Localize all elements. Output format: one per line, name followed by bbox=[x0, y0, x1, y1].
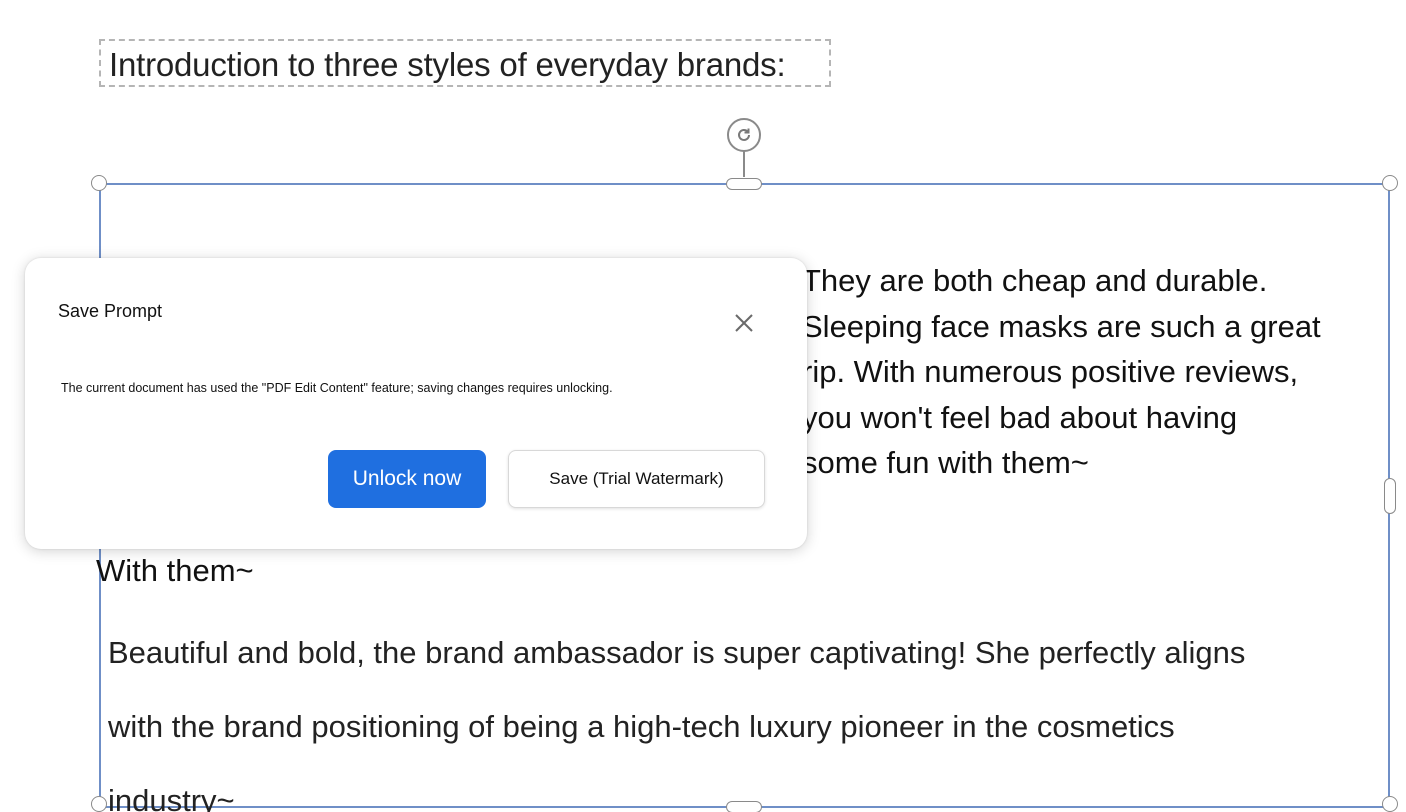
document-canvas: Introduction to three styles of everyday… bbox=[0, 0, 1406, 812]
paragraph-line: rip. With numerous positive reviews, bbox=[802, 354, 1299, 389]
resize-handle-bottom-left[interactable] bbox=[91, 796, 107, 812]
dialog-title: Save Prompt bbox=[58, 301, 163, 321]
close-icon bbox=[735, 314, 753, 332]
paragraph-line: They are both cheap and durable. bbox=[802, 263, 1268, 298]
save-prompt-dialog: Save Prompt The current document has use… bbox=[25, 258, 807, 549]
paragraph-line: some fun with them~ bbox=[802, 445, 1089, 480]
dialog-message: The current document has used the "PDF E… bbox=[61, 381, 613, 395]
rotate-handle[interactable] bbox=[727, 118, 761, 152]
paragraph-line: Sleeping face masks are such a great bbox=[802, 308, 1321, 344]
paragraph-line: Beautiful and bold, the brand ambassador… bbox=[108, 635, 1246, 670]
paragraph-line: with the brand positioning of being a hi… bbox=[108, 709, 1175, 744]
resize-handle-bottom-right[interactable] bbox=[1382, 796, 1398, 812]
close-button[interactable] bbox=[731, 310, 757, 336]
paragraph-line: you won't feel bad about having bbox=[802, 399, 1238, 435]
heading-text-box[interactable]: Introduction to three styles of everyday… bbox=[99, 39, 831, 87]
resize-handle-right[interactable] bbox=[1384, 478, 1396, 514]
save-trial-watermark-button[interactable]: Save (Trial Watermark) bbox=[508, 450, 765, 508]
rotate-icon bbox=[738, 128, 750, 141]
resize-handle-top-left[interactable] bbox=[91, 175, 107, 191]
resize-handle-top-right[interactable] bbox=[1382, 175, 1398, 191]
paragraph-line: industry~ bbox=[108, 783, 235, 812]
unlock-now-button[interactable]: Unlock now bbox=[328, 450, 486, 508]
right-paragraph: They are both cheap and durable. Sleepin… bbox=[802, 258, 1382, 486]
heading-text: Introduction to three styles of everyday… bbox=[109, 46, 786, 83]
rotate-stem bbox=[743, 151, 745, 177]
resize-handle-top[interactable] bbox=[726, 178, 762, 190]
bottom-paragraph: Beautiful and bold, the brand ambassador… bbox=[108, 616, 1383, 812]
with-them-text: With them~ bbox=[96, 553, 254, 588]
